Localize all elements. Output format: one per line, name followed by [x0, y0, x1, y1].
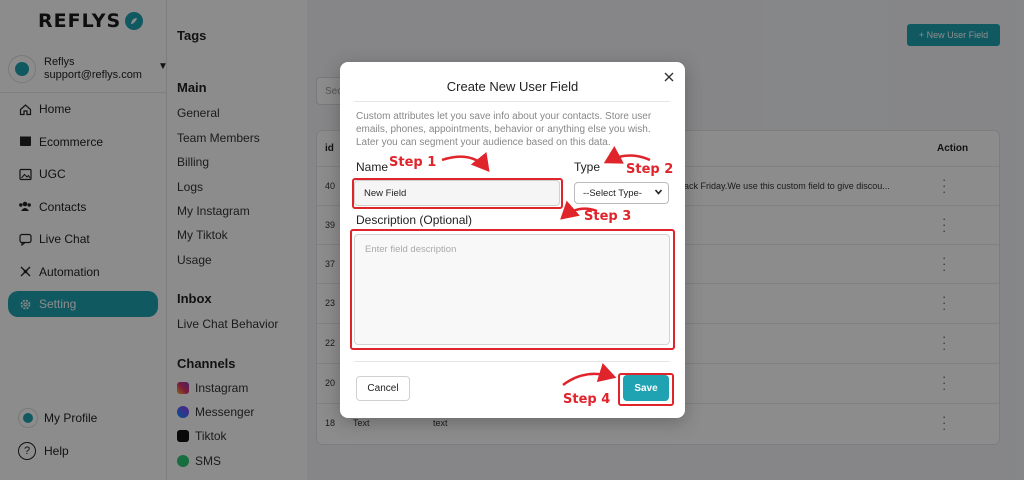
annotation-arrows — [441, 146, 651, 386]
step1-arrow — [441, 152, 490, 172]
step3-arrow — [560, 200, 598, 220]
step2-arrow — [603, 146, 651, 164]
step4-arrow — [562, 363, 617, 386]
